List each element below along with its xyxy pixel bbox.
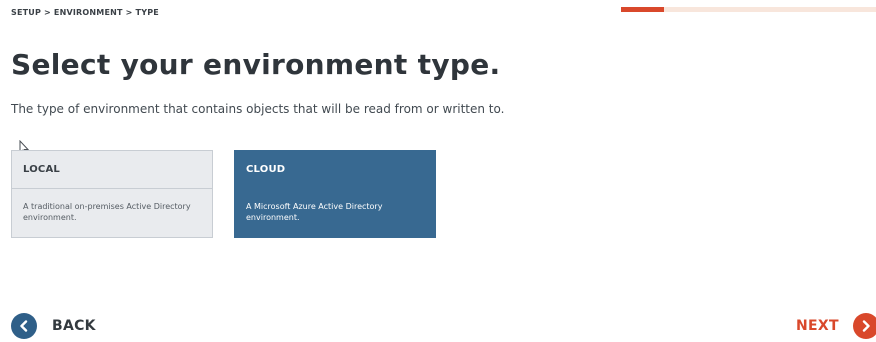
chevron-right-icon [852,313,876,339]
option-card-description: A Microsoft Azure Active Directory envir… [246,202,383,222]
option-card-cloud[interactable]: CLOUD A Microsoft Azure Active Directory… [234,150,436,238]
setup-wizard-page: SETUP > ENVIRONMENT > TYPE Select your e… [0,0,876,342]
option-card-title: LOCAL [23,164,60,175]
progress-bar [621,7,876,12]
next-button-label: NEXT [796,318,839,334]
back-button[interactable]: BACK [11,313,96,339]
option-card-local[interactable]: LOCAL A traditional on-premises Active D… [11,150,213,238]
chevron-left-icon [11,313,37,339]
progress-bar-fill [621,7,665,12]
option-card-title: CLOUD [246,164,286,175]
page-description: The type of environment that contains ob… [11,102,505,116]
page-title: Select your environment type. [11,48,501,81]
card-divider [235,188,435,189]
back-button-label: BACK [52,318,96,334]
breadcrumb: SETUP > ENVIRONMENT > TYPE [11,8,159,17]
next-button[interactable]: NEXT [796,313,876,339]
option-card-description: A traditional on-premises Active Directo… [23,202,191,222]
card-divider [12,188,212,189]
